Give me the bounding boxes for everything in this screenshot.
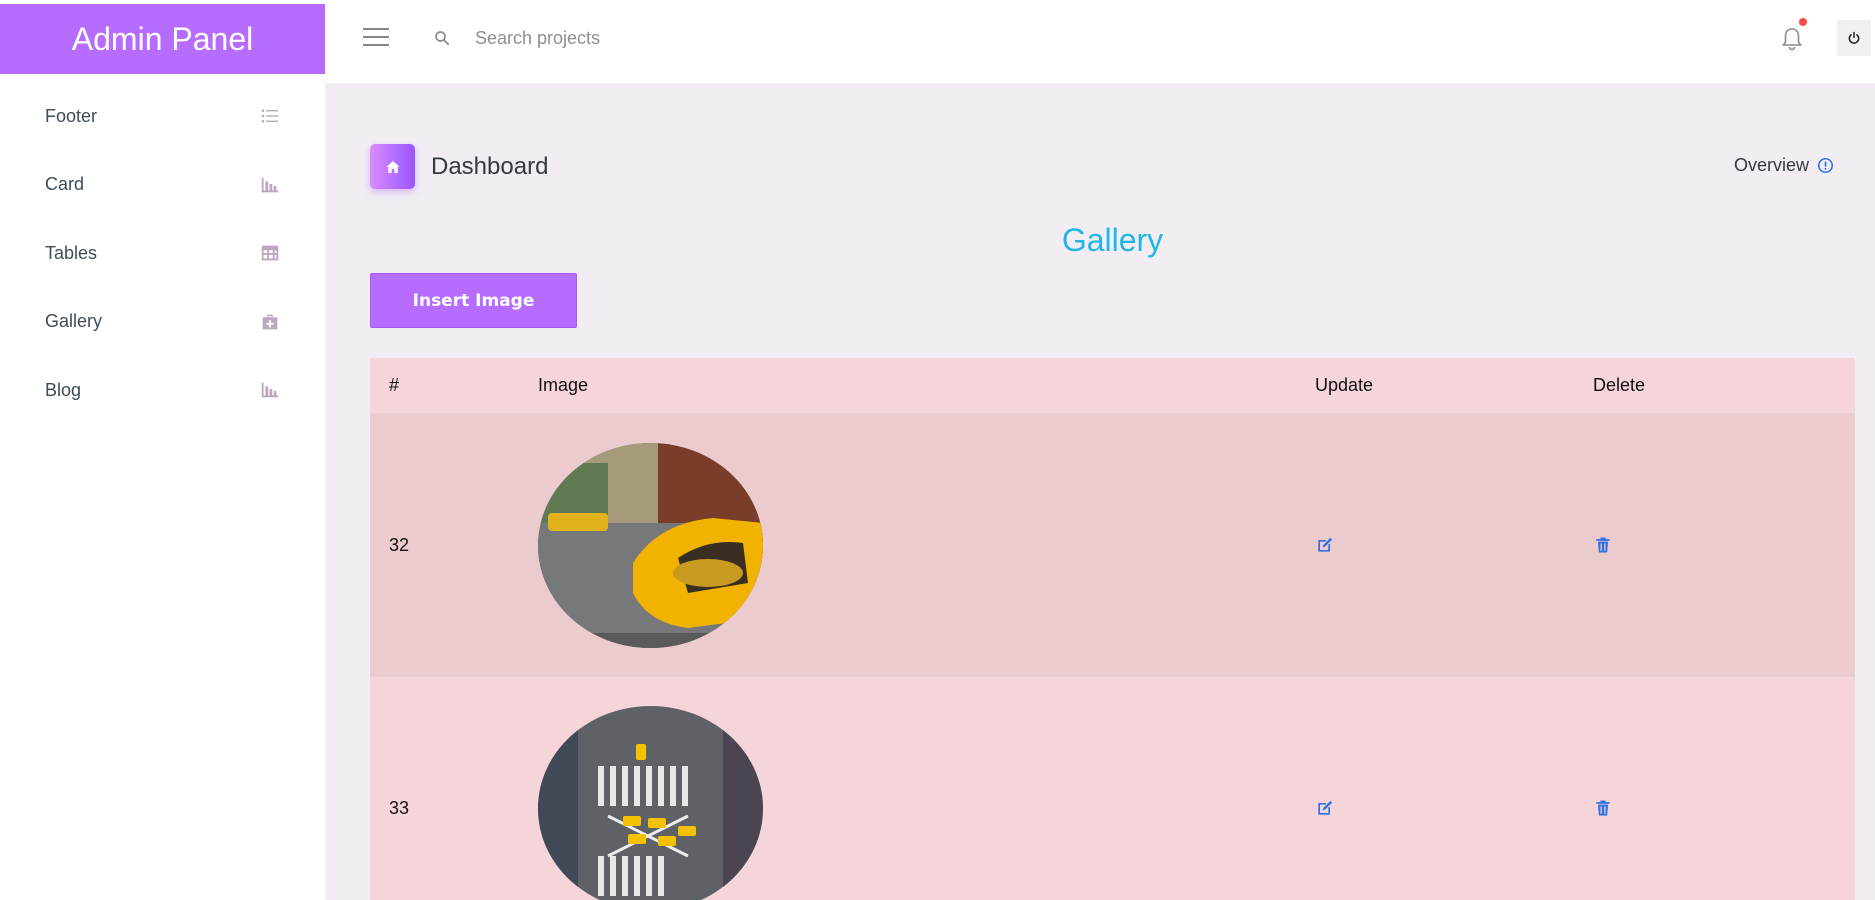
page-title: Dashboard: [431, 152, 549, 180]
sidebar-item-tables[interactable]: Tables: [0, 219, 325, 288]
power-button[interactable]: [1837, 20, 1871, 56]
column-header-delete: Delete: [1593, 375, 1646, 395]
notification-dot: [1799, 18, 1807, 26]
top-navbar: [325, 0, 1875, 83]
bell-icon[interactable]: [1780, 26, 1804, 52]
list-icon: [261, 109, 279, 123]
overview-link[interactable]: Overview: [1734, 155, 1834, 176]
insert-image-button[interactable]: Insert Image: [370, 273, 577, 328]
sidebar-item-gallery[interactable]: Gallery: [0, 288, 325, 357]
gallery-image-thumbnail[interactable]: [538, 705, 763, 900]
gallery-image-thumbnail[interactable]: [538, 442, 763, 648]
column-header-number: #: [389, 375, 400, 395]
search-input[interactable]: [475, 22, 875, 54]
home-icon: [385, 160, 400, 173]
sidebar-item-label: Tables: [45, 242, 98, 263]
info-circle-icon: [1818, 157, 1834, 174]
table-header: # Image Update Delete: [370, 358, 1855, 414]
sidebar-item-footer[interactable]: Footer: [0, 82, 325, 151]
sidebar-item-label: Footer: [45, 105, 98, 126]
home-icon-box: [370, 144, 415, 189]
sidebar-item-label: Gallery: [45, 311, 103, 332]
column-header-image: Image: [538, 375, 589, 395]
table-row: 32: [370, 414, 1855, 677]
sidebar: Admin Panel Footer Card Tables Gallery B…: [0, 0, 325, 900]
trash-icon[interactable]: [1593, 535, 1613, 555]
brand-logo[interactable]: Admin Panel: [0, 4, 325, 74]
edit-icon[interactable]: [1315, 535, 1335, 555]
sidebar-item-label: Blog: [45, 379, 82, 400]
bar-chart-icon: [261, 382, 279, 398]
menu-icon[interactable]: [363, 28, 389, 48]
table-icon: [261, 245, 279, 261]
medical-bag-icon: [262, 314, 278, 330]
gallery-title: Gallery: [1061, 222, 1164, 258]
row-id: 32: [389, 534, 410, 555]
trash-icon[interactable]: [1593, 798, 1613, 818]
column-header-update: Update: [1315, 375, 1374, 395]
gallery-table: # Image Update Delete 32 33: [370, 358, 1855, 900]
overview-label: Overview: [1734, 155, 1810, 175]
edit-icon[interactable]: [1315, 798, 1335, 818]
power-icon: [1848, 31, 1860, 44]
sidebar-item-label: Card: [45, 174, 85, 195]
row-id: 33: [389, 797, 410, 818]
page-header: Dashboard: [370, 144, 548, 189]
bar-chart-icon: [261, 177, 279, 193]
sidebar-item-card[interactable]: Card: [0, 151, 325, 220]
sidebar-nav: Footer Card Tables Gallery Blog: [0, 82, 325, 425]
table-row: 33: [370, 677, 1855, 900]
sidebar-item-blog[interactable]: Blog: [0, 356, 325, 425]
search-icon: [435, 31, 450, 46]
